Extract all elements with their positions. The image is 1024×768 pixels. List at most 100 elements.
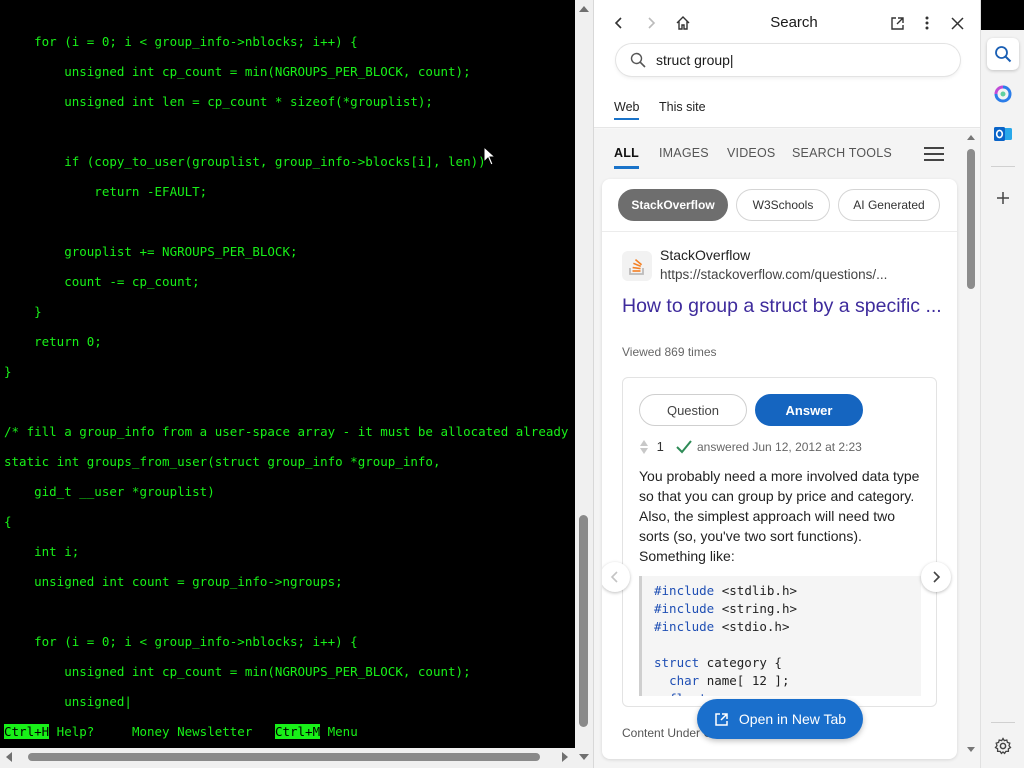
- add-icon: [997, 192, 1009, 204]
- chevron-right-icon: [933, 571, 941, 583]
- rail-copilot-button[interactable]: [987, 78, 1019, 110]
- mouse-pointer-icon: [483, 146, 497, 166]
- vertical-scroll-thumb[interactable]: [579, 515, 588, 727]
- search-side-pane: Search Web This site ALL IMAGES VIDEOS S…: [593, 0, 980, 768]
- scroll-right-icon[interactable]: [562, 752, 568, 762]
- tab-images[interactable]: IMAGES: [659, 146, 709, 160]
- result-title-link[interactable]: How to group a struct by a specific ...: [622, 293, 942, 319]
- terminal-code-line: {: [4, 514, 12, 529]
- scroll-up-icon[interactable]: [967, 135, 975, 140]
- search-icon: [630, 52, 646, 68]
- accepted-checkmark-icon: [676, 439, 693, 454]
- terminal-window[interactable]: for (i = 0; i < group_info->nblocks; i++…: [0, 0, 575, 768]
- scroll-down-icon[interactable]: [967, 747, 975, 752]
- terminal-code-line: static int groups_from_user(struct group…: [4, 454, 441, 469]
- forward-button[interactable]: [638, 10, 664, 36]
- more-options-button[interactable]: [914, 10, 940, 36]
- tab-search-tools[interactable]: SEARCH TOOLS: [792, 146, 892, 160]
- pane-header: Search Web This site: [594, 0, 980, 128]
- result-view-count: Viewed 869 times: [622, 345, 717, 359]
- terminal-code-line: return 0;: [4, 334, 102, 349]
- terminal-horizontal-scrollbar[interactable]: [0, 748, 575, 768]
- help-shortcut-key: Ctrl+H: [4, 724, 50, 739]
- source-pill-ai-generated[interactable]: AI Generated: [838, 189, 940, 221]
- search-input[interactable]: [656, 50, 946, 70]
- settings-icon: [994, 737, 1012, 755]
- close-pane-button[interactable]: [944, 10, 970, 36]
- terminal-text-area[interactable]: for (i = 0; i < group_info->nblocks; i++…: [4, 0, 572, 748]
- code-snippet: #include <stdlib.h> #include <string.h> …: [639, 576, 921, 696]
- copilot-icon: [994, 85, 1012, 103]
- tab-this-site[interactable]: This site: [659, 100, 706, 114]
- terminal-code-line: for (i = 0; i < group_info->nblocks; i++…: [4, 634, 358, 649]
- scroll-down-icon[interactable]: [579, 754, 589, 760]
- home-icon: [676, 16, 690, 30]
- answer-text: You probably need a more involved data t…: [639, 468, 920, 564]
- results-area[interactable]: ALL IMAGES VIDEOS SEARCH TOOLS StackOver…: [594, 129, 980, 768]
- results-scroll-thumb[interactable]: [967, 149, 975, 289]
- more-vertical-icon: [925, 16, 929, 30]
- search-icon: [995, 46, 1012, 63]
- close-icon: [950, 16, 964, 30]
- outlook-icon: [994, 127, 1012, 141]
- pane-title: Search: [770, 14, 818, 31]
- tab-all[interactable]: ALL: [614, 146, 639, 169]
- browser-sidebar-rail: [980, 0, 1024, 768]
- terminal-code-line: return -EFAULT;: [4, 184, 208, 199]
- terminal-vertical-scrollbar[interactable]: [575, 0, 593, 768]
- terminal-code-line: unsigned int len = cp_count * sizeof(*gr…: [4, 94, 433, 109]
- open-external-button[interactable]: [884, 10, 910, 36]
- open-external-icon: [890, 16, 904, 30]
- terminal-code-line: unsigned int cp_count = min(NGROUPS_PER_…: [4, 664, 471, 679]
- result-url[interactable]: https://stackoverflow.com/questions/...: [660, 267, 910, 282]
- scroll-left-icon[interactable]: [6, 752, 12, 762]
- source-pill-stackoverflow[interactable]: StackOverflow: [618, 189, 728, 221]
- back-button[interactable]: [606, 10, 632, 36]
- terminal-code-line: gid_t __user *grouplist): [4, 484, 215, 499]
- tab-web[interactable]: Web: [614, 100, 640, 120]
- rail-search-button[interactable]: [987, 38, 1019, 70]
- source-pill-w3schools[interactable]: W3Schools: [736, 189, 830, 221]
- rail-settings-button[interactable]: [987, 730, 1019, 762]
- terminal-code-line: int i;: [4, 544, 80, 559]
- home-button[interactable]: [670, 10, 696, 36]
- terminal-code-line: unsigned|: [4, 694, 132, 709]
- terminal-code-line: if (copy_to_user(grouplist, group_info->…: [4, 154, 486, 169]
- tab-videos[interactable]: VIDEOS: [727, 146, 775, 160]
- rail-divider: [991, 166, 1015, 167]
- help-shortcut-label: Help? Money Newsletter: [49, 724, 275, 739]
- open-in-new-tab-button[interactable]: Open in New Tab: [697, 699, 863, 739]
- next-result-button[interactable]: [921, 562, 951, 592]
- vote-count: 1: [639, 438, 693, 456]
- menu-shortcut-label: Menu: [320, 724, 358, 739]
- terminal-code-line: /* fill a group_info from a user-space a…: [4, 424, 572, 439]
- rail-add-button[interactable]: [987, 182, 1019, 214]
- horizontal-scroll-thumb[interactable]: [28, 753, 540, 761]
- rail-divider: [991, 722, 1015, 723]
- chevron-right-icon: [648, 17, 656, 29]
- question-toggle-button[interactable]: Question: [639, 394, 747, 426]
- hamburger-menu-icon[interactable]: [924, 147, 944, 161]
- menu-shortcut-key: Ctrl+M: [274, 724, 321, 739]
- terminal-code-line: grouplist += NGROUPS_PER_BLOCK;: [4, 244, 298, 259]
- stackoverflow-logo-icon: [622, 251, 652, 281]
- terminal-code-line: unsigned int count = group_info->ngroups…: [4, 574, 343, 589]
- terminal-code-line: }: [4, 304, 42, 319]
- answered-date: answered Jun 12, 2012 at 2:23: [697, 440, 862, 454]
- search-box[interactable]: [616, 44, 960, 76]
- results-scrollbar[interactable]: [964, 129, 980, 768]
- terminal-code-line: for (i = 0; i < group_info->nblocks; i++…: [4, 34, 358, 49]
- scroll-up-icon[interactable]: [579, 6, 589, 12]
- terminal-code-line: unsigned int cp_count = min(NGROUPS_PER_…: [4, 64, 471, 79]
- answer-toggle-button[interactable]: Answer: [755, 394, 863, 426]
- card-divider: [602, 231, 957, 232]
- open-external-icon: [715, 712, 728, 726]
- chevron-left-icon: [614, 17, 622, 29]
- rail-top-strip: [981, 0, 1024, 30]
- rail-outlook-button[interactable]: [987, 118, 1019, 150]
- terminal-code-line: }: [4, 364, 12, 379]
- terminal-status-bar: Ctrl+H Help? Money Newsletter Ctrl+M Men…: [4, 724, 358, 740]
- category-tabs: ALL IMAGES VIDEOS SEARCH TOOLS: [594, 129, 964, 175]
- terminal-code-line: count -= cp_count;: [4, 274, 200, 289]
- chevron-left-icon: [610, 571, 618, 583]
